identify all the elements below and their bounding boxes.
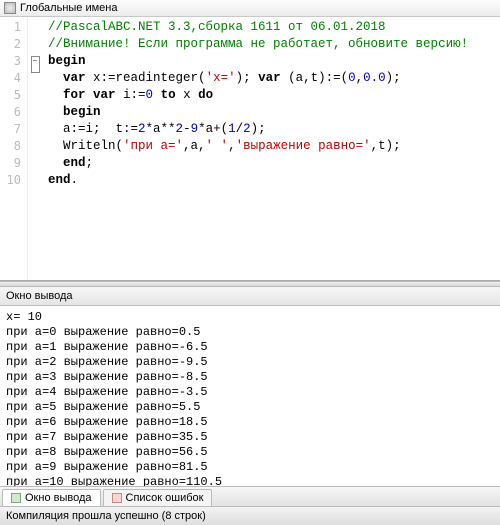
fold-gutter: −: [28, 17, 42, 280]
status-bar: Компиляция прошла успешно (8 строк): [0, 506, 500, 525]
output-panel-title: Окно вывода: [0, 287, 500, 306]
error-icon: [112, 493, 122, 503]
status-text: Компиляция прошла успешно (8 строк): [6, 510, 206, 522]
globe-icon: [4, 2, 16, 14]
tab-errors-label: Список ошибок: [126, 492, 204, 504]
title-bar: Глобальные имена: [0, 0, 500, 17]
output-icon: [11, 493, 21, 503]
code-editor[interactable]: 12345678910 − //PascalABC.NET 3.3,сборка…: [0, 17, 500, 281]
output-panel[interactable]: x= 10 при a=0 выражение равно=0.5 при a=…: [0, 306, 500, 486]
tab-output-label: Окно вывода: [25, 492, 92, 504]
line-number-gutter: 12345678910: [0, 17, 28, 280]
tab-errors[interactable]: Список ошибок: [103, 489, 213, 506]
code-area[interactable]: //PascalABC.NET 3.3,сборка 1611 от 06.01…: [42, 17, 500, 280]
bottom-tabs: Окно вывода Список ошибок: [0, 486, 500, 506]
title-text: Глобальные имена: [20, 2, 118, 14]
tab-output[interactable]: Окно вывода: [2, 489, 101, 506]
